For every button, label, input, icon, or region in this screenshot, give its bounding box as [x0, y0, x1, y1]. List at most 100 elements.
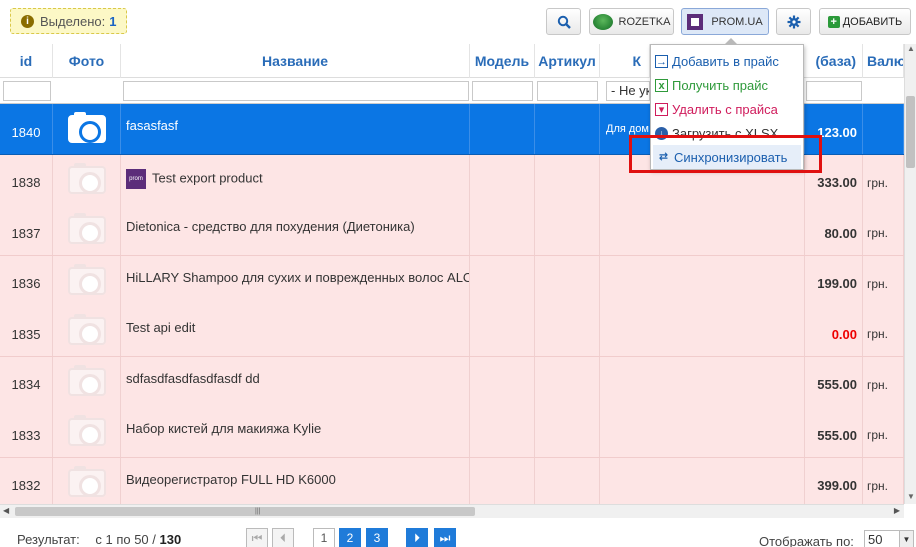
row-id: 1840: [0, 104, 53, 154]
table-row[interactable]: 1835 Test api edit 0.00 грн.: [0, 306, 904, 357]
prev-page-icon: ⏴: [279, 530, 286, 545]
row-name-text: Test export product: [152, 169, 263, 185]
column-header-category[interactable]: К: [600, 44, 650, 78]
filter-price-input[interactable]: [806, 81, 862, 101]
filter-model-input[interactable]: [472, 81, 533, 101]
page-button-3[interactable]: 3: [366, 528, 388, 547]
row-name-text: fasasfasf: [126, 118, 179, 133]
row-name-wrap: Test api edit: [126, 320, 195, 335]
row-article: [535, 104, 600, 154]
row-photo[interactable]: [53, 104, 121, 154]
row-photo[interactable]: [53, 306, 121, 356]
row-name: Test api edit: [121, 306, 470, 356]
column-header-model[interactable]: Модель: [470, 44, 535, 78]
pagination-footer: Результат: с 1 по 50 / 130 ⏮ ⏴ 1 2 3 ⏵ ⏭…: [0, 518, 916, 547]
table-row[interactable]: 1833 Набор кистей для макияжа Kylie 555.00…: [0, 407, 904, 458]
row-name: sdfasdfasdfasdfasdf dd: [121, 356, 470, 407]
column-header-name[interactable]: Название: [121, 44, 470, 78]
prom-badge-icon: prom: [126, 168, 146, 189]
row-currency: грн.: [863, 356, 904, 407]
row-id: 1837: [0, 205, 53, 255]
horizontal-scroll-thumb[interactable]: |||: [15, 507, 475, 516]
row-id: 1838: [0, 154, 53, 205]
table-row[interactable]: 1837 Dietonica - средство для похудения (…: [0, 205, 904, 256]
column-header-id[interactable]: id: [0, 44, 53, 78]
row-price: 199.00: [805, 255, 863, 306]
search-button[interactable]: [546, 8, 581, 35]
row-photo[interactable]: [53, 255, 121, 306]
row-article: [535, 457, 600, 504]
scroll-right-icon[interactable]: ▶: [894, 506, 900, 515]
row-currency: грн.: [863, 457, 904, 504]
row-name: prom Test export product: [121, 154, 470, 205]
table-row[interactable]: 1832 Видеорегистратор FULL HD K6000 399.00…: [0, 457, 904, 504]
menu-item-label: Добавить в прайс: [672, 53, 779, 69]
menu-item-get-price[interactable]: x Получить прайс: [651, 73, 803, 97]
row-name-wrap: Набор кистей для макияжа Kylie: [126, 421, 321, 436]
scroll-left-icon[interactable]: ◀: [3, 506, 9, 515]
scroll-down-icon[interactable]: ▼: [905, 492, 916, 504]
row-id: 1832: [0, 457, 53, 504]
import-icon: →: [655, 54, 668, 68]
menu-item-remove-from-price[interactable]: ▾ Удалить с прайса: [651, 97, 803, 121]
row-name-text: Набор кистей для макияжа Kylie: [126, 421, 322, 436]
per-page-select[interactable]: 50 ▼: [864, 530, 914, 547]
row-model: [470, 255, 535, 306]
row-name-wrap: HiLLARY Shampoo для сухих и поврежденных…: [126, 270, 469, 285]
gear-icon: [787, 15, 800, 28]
trash-icon: ▾: [655, 102, 668, 116]
table-row[interactable]: 1834 sdfasdfasdfasdfasdf dd 555.00 грн.: [0, 356, 904, 408]
filter-id-input[interactable]: [3, 81, 51, 101]
add-button[interactable]: + ДОБАВИТЬ: [819, 8, 911, 35]
row-photo[interactable]: [53, 407, 121, 457]
row-photo[interactable]: [53, 154, 121, 205]
row-model: [470, 457, 535, 504]
settings-button[interactable]: [776, 8, 811, 35]
filter-article-input[interactable]: [537, 81, 598, 101]
result-range: с 1 по 50 /: [95, 532, 156, 547]
prom-button[interactable]: PROM.UA: [681, 8, 769, 35]
prom-logo-icon: [687, 13, 704, 30]
prev-page-button[interactable]: ⏴: [272, 528, 294, 547]
row-article: [535, 255, 600, 306]
column-header-price[interactable]: (база): [804, 44, 863, 78]
page-button-1[interactable]: 1: [313, 528, 335, 547]
highlight-box: [629, 135, 822, 173]
row-photo[interactable]: [53, 457, 121, 504]
camera-icon: [67, 415, 106, 446]
vertical-scroll-thumb[interactable]: [906, 96, 915, 168]
row-category: [600, 255, 805, 306]
vertical-scrollbar[interactable]: ▲ ▼: [904, 44, 916, 504]
first-page-button[interactable]: ⏮: [246, 528, 268, 547]
per-page-value: 50: [868, 532, 883, 547]
row-price: 555.00: [805, 356, 863, 407]
rozetka-button[interactable]: ROZETKA: [589, 8, 674, 35]
row-name: Dietonica - средство для похудения (Диет…: [121, 205, 470, 255]
next-page-button[interactable]: ⏵: [406, 528, 428, 547]
horizontal-scrollbar[interactable]: ◀ ||| ▶: [0, 504, 904, 518]
grip-icon: |||: [255, 508, 261, 515]
row-photo[interactable]: [53, 205, 121, 255]
column-header-article[interactable]: Артикул: [535, 44, 600, 78]
row-name: Набор кистей для макияжа Kylie: [121, 407, 470, 457]
row-name: fasasfasf: [121, 104, 470, 154]
column-header-currency[interactable]: Валю: [863, 44, 904, 78]
camera-icon: [67, 112, 106, 143]
last-page-button[interactable]: ⏭: [434, 528, 456, 547]
column-header-photo[interactable]: Фото: [53, 44, 121, 78]
result-label: Результат:: [17, 532, 80, 547]
page-button-2[interactable]: 2: [339, 528, 361, 547]
result-summary: Результат: с 1 по 50 / 130: [17, 532, 181, 547]
row-article: [535, 306, 600, 356]
camera-icon: [67, 213, 106, 244]
scroll-up-icon[interactable]: ▲: [905, 44, 916, 56]
menu-item-add-to-price[interactable]: → Добавить в прайс: [651, 49, 803, 73]
filter-name-input[interactable]: [123, 81, 469, 101]
row-name-text: Dietonica - средство для похудения (Диет…: [126, 219, 415, 234]
row-photo[interactable]: [53, 356, 121, 407]
toolbar: i Выделено: 1 ROZETKA PROM.UA + ДОБАВИТЬ: [0, 0, 916, 44]
table-row[interactable]: 1836 HiLLARY Shampoo для сухих и поврежде…: [0, 255, 904, 307]
filter-category-select[interactable]: - Не ук: [606, 81, 650, 101]
row-id: 1834: [0, 356, 53, 407]
row-name-wrap: Dietonica - средство для похудения (Диет…: [126, 219, 415, 234]
